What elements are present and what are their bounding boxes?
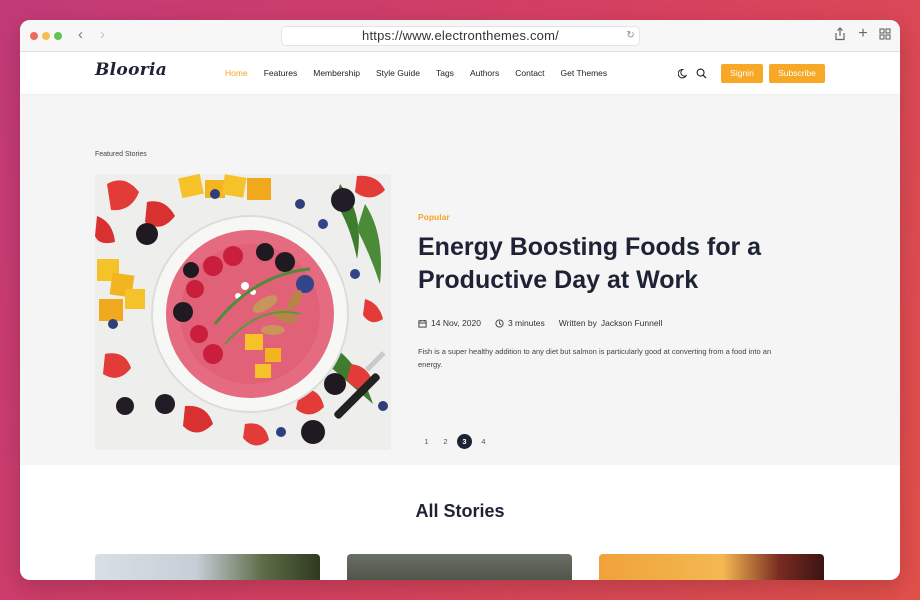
- signin-button[interactable]: Signin: [721, 64, 763, 83]
- page-dot-1[interactable]: 1: [419, 434, 434, 449]
- share-icon[interactable]: [833, 27, 847, 41]
- nav-contact[interactable]: Contact: [515, 68, 544, 78]
- page-dot-2[interactable]: 2: [438, 434, 453, 449]
- fruit-bowl-illustration: [95, 174, 391, 450]
- site-logo[interactable]: Blooria: [95, 60, 167, 80]
- nav-style-guide[interactable]: Style Guide: [376, 68, 420, 78]
- featured-section: Featured Stories Popular Energy Boosting…: [20, 95, 900, 465]
- browser-window: ‹ › https://www.electronthemes.com/ ↻ + …: [20, 20, 900, 580]
- post-excerpt: Fish is a super healthy addition to any …: [418, 347, 772, 369]
- featured-pagination: 1 2 3 4: [419, 434, 491, 449]
- new-tab-icon[interactable]: +: [856, 26, 870, 42]
- dark-mode-icon[interactable]: [678, 68, 689, 79]
- maximize-window-button[interactable]: [54, 32, 62, 40]
- story-card-image[interactable]: [599, 554, 824, 580]
- url-text: https://www.electronthemes.com/: [362, 28, 559, 43]
- read-time: 3 minutes: [507, 318, 545, 328]
- post-meta: 14 Nov, 2020 3 minutes Written by Jackso…: [418, 318, 662, 328]
- nav-home[interactable]: Home: [225, 68, 248, 78]
- main-nav: Home Features Membership Style Guide Tag…: [225, 68, 607, 78]
- story-card-image[interactable]: [95, 554, 320, 580]
- site-header: Blooria Home Features Membership Style G…: [20, 52, 900, 95]
- post-date: 14 Nov, 2020: [431, 318, 481, 328]
- tab-overview-icon[interactable]: [878, 27, 892, 41]
- featured-image[interactable]: [95, 174, 391, 450]
- category-tag[interactable]: Popular: [418, 212, 450, 222]
- calendar-icon: [418, 319, 427, 328]
- written-by-label: Written by: [558, 318, 597, 328]
- page-dot-4[interactable]: 4: [476, 434, 491, 449]
- close-window-button[interactable]: [30, 32, 38, 40]
- minimize-window-button[interactable]: [42, 32, 50, 40]
- all-stories-heading: All Stories: [415, 501, 505, 521]
- nav-get-themes[interactable]: Get Themes: [561, 68, 608, 78]
- nav-tags[interactable]: Tags: [436, 68, 454, 78]
- forward-arrow-icon[interactable]: ›: [100, 26, 105, 44]
- browser-toolbar: ‹ › https://www.electronthemes.com/ ↻ +: [20, 20, 900, 52]
- back-arrow-icon[interactable]: ‹: [78, 26, 83, 44]
- subscribe-button[interactable]: Subscribe: [769, 64, 825, 83]
- nav-authors[interactable]: Authors: [470, 68, 499, 78]
- section-label: Featured Stories: [95, 151, 147, 158]
- nav-membership[interactable]: Membership: [313, 68, 360, 78]
- story-card-image[interactable]: [347, 554, 572, 580]
- reload-icon[interactable]: ↻: [626, 27, 635, 45]
- address-bar[interactable]: https://www.electronthemes.com/ ↻: [281, 26, 640, 46]
- nav-features[interactable]: Features: [264, 68, 298, 78]
- page-dot-3-active[interactable]: 3: [457, 434, 472, 449]
- clock-icon: [495, 318, 504, 328]
- search-icon[interactable]: [696, 68, 707, 79]
- featured-title[interactable]: Energy Boosting Foods for a Productive D…: [418, 231, 788, 297]
- author-link[interactable]: Jackson Funnell: [601, 318, 662, 328]
